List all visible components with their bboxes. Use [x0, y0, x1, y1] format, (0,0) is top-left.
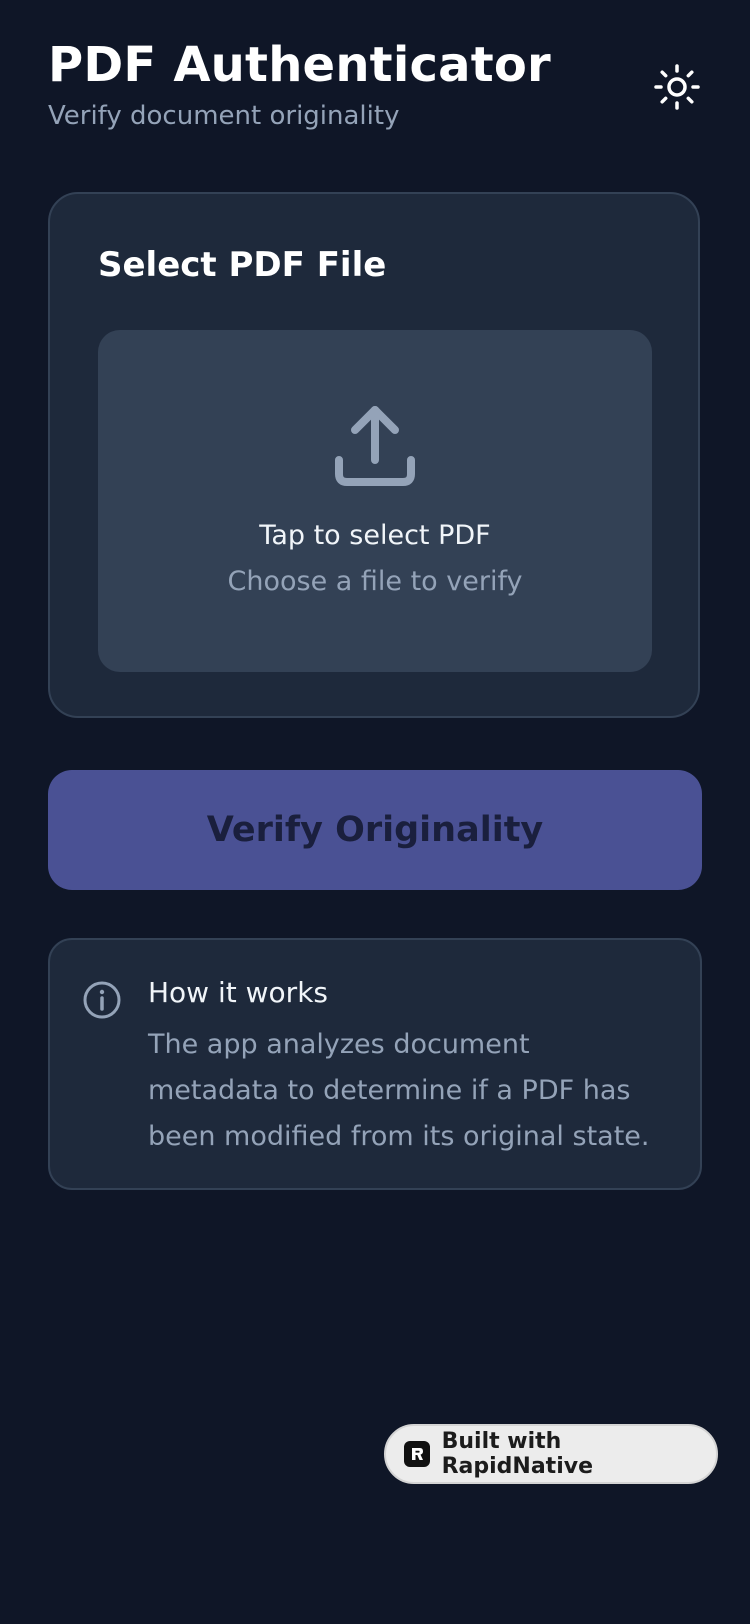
info-title: How it works — [148, 976, 328, 1009]
rapidnative-logo-icon — [404, 1441, 430, 1467]
how-it-works-card: How it works The app analyzes document m… — [48, 938, 702, 1190]
info-description: The app analyzes document metadata to de… — [148, 1029, 650, 1152]
dropzone-primary-text: Tap to select PDF — [259, 520, 491, 551]
verify-originality-button[interactable]: Verify Originality — [48, 770, 702, 890]
select-file-card: Select PDF File Tap to select PDF Choose… — [48, 192, 700, 718]
app-header: PDF Authenticator Verify document origin… — [48, 36, 702, 134]
info-icon — [83, 981, 121, 1019]
sun-icon — [654, 64, 700, 110]
upload-icon — [335, 406, 415, 486]
dropzone-secondary-text: Choose a file to verify — [227, 566, 523, 597]
theme-toggle-button[interactable] — [652, 62, 702, 112]
badge-label: Built with RapidNative — [441, 1429, 593, 1479]
select-file-title: Select PDF File — [98, 245, 387, 285]
built-with-badge[interactable]: Built with RapidNative — [384, 1424, 718, 1484]
page-subtitle: Verify document originality — [48, 101, 400, 131]
pdf-dropzone[interactable]: Tap to select PDF Choose a file to verif… — [98, 330, 652, 672]
page-title: PDF Authenticator — [48, 37, 551, 93]
